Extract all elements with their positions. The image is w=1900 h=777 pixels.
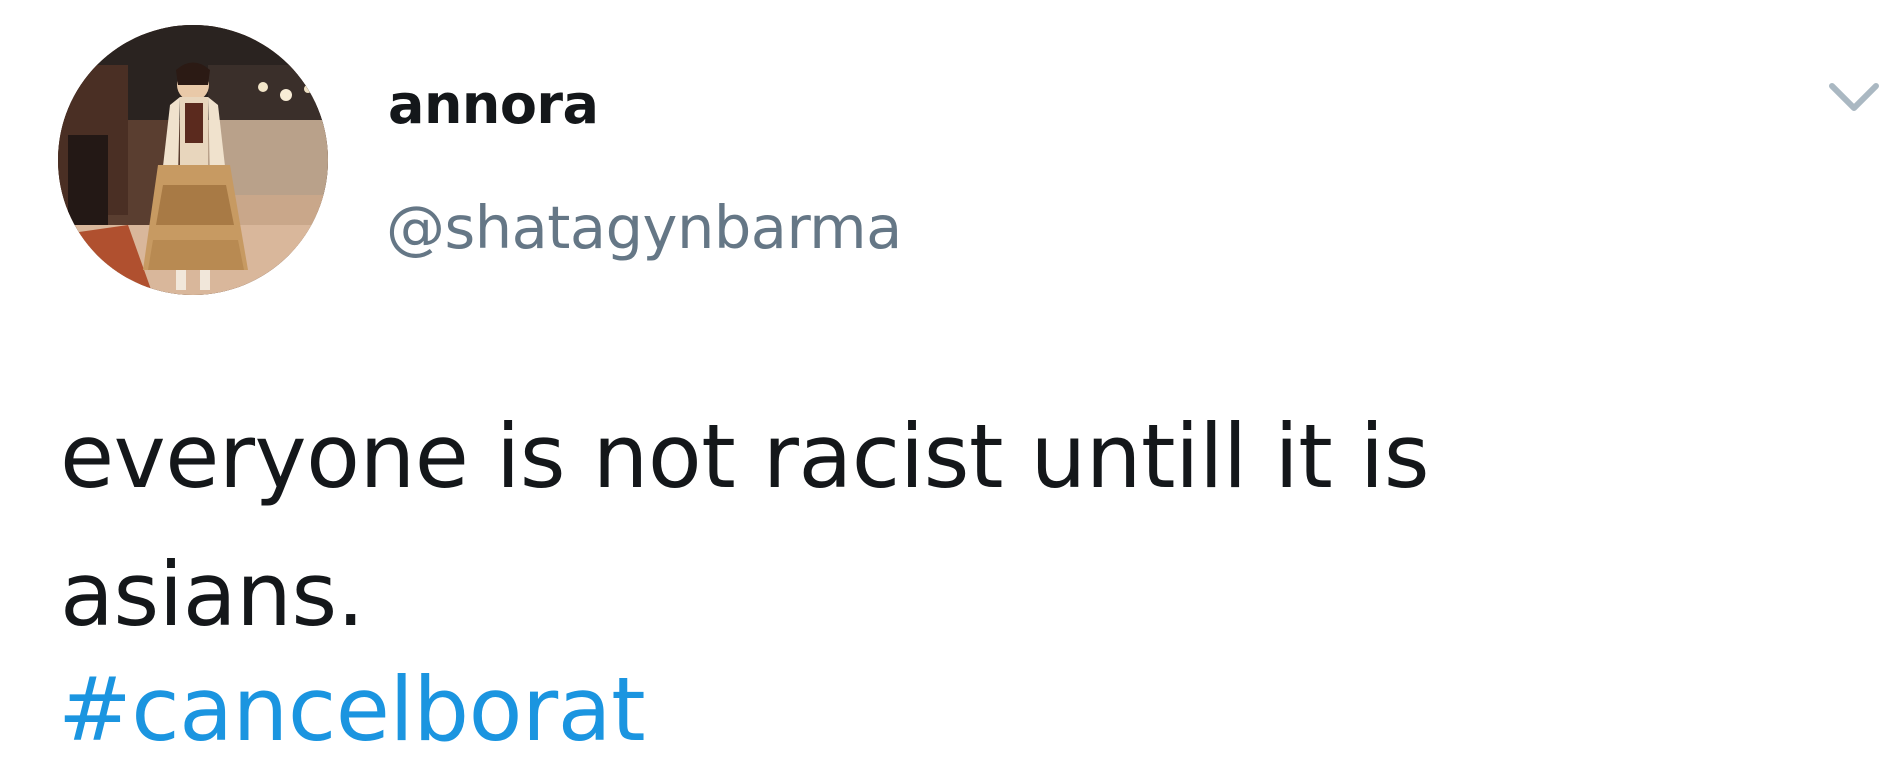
display-name[interactable]: annora — [388, 70, 599, 140]
avatar[interactable] — [58, 25, 328, 295]
tweet-text-line: asians. — [60, 543, 365, 646]
chevron-down-icon[interactable] — [1826, 76, 1882, 118]
profile-photo-icon — [58, 25, 328, 295]
tweet-text-line: everyone is not racist untill it is — [60, 405, 1430, 508]
tweet-card: annora @shatagynbarma everyone is not ra… — [0, 0, 1900, 777]
user-handle[interactable]: @shatagynbarma — [386, 188, 902, 268]
tweet-text: everyone is not racist untill it is asia… — [60, 388, 1700, 664]
hashtag-link[interactable]: #cancelborat — [58, 650, 646, 770]
